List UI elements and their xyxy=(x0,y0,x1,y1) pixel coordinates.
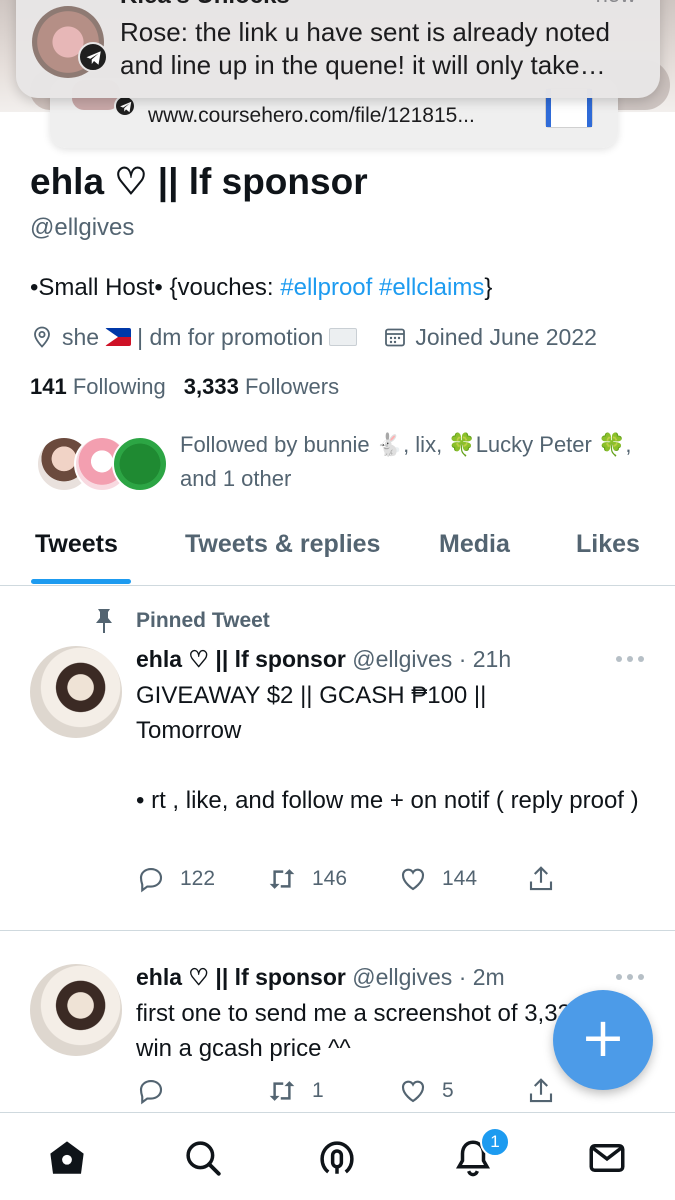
more-icon[interactable] xyxy=(616,974,644,982)
followers-you-know-avatars[interactable] xyxy=(36,436,168,494)
notification-link[interactable]: www.coursehero.com/file/121815... xyxy=(148,104,475,128)
tweet-author-name[interactable]: ehla ♡ || lf sponsor xyxy=(136,964,346,990)
share-button[interactable] xyxy=(526,1076,570,1106)
retweet-button[interactable]: 146 xyxy=(266,864,347,894)
tweet-header: ehla ♡ || lf sponsor @ellgives · 2m xyxy=(136,964,505,991)
followers-label: Followers xyxy=(244,374,340,399)
profile-handle: @ellgives xyxy=(30,214,135,241)
reply-button[interactable]: 122 xyxy=(136,864,215,894)
share-icon xyxy=(529,866,553,891)
nav-home[interactable] xyxy=(46,1137,88,1184)
calendar-icon xyxy=(385,328,406,347)
retweet-count: 146 xyxy=(312,867,348,890)
telegram-icon xyxy=(78,42,108,72)
bio-text: •Small Host• {vouches: xyxy=(30,274,281,301)
pinned-label: Pinned Tweet xyxy=(92,606,270,636)
profile-meta: she | dm for promotion Joined June 2022 xyxy=(30,322,597,352)
like-button[interactable]: 5 xyxy=(398,1076,454,1106)
messages-icon xyxy=(589,1144,625,1172)
followed-by-text[interactable]: Followed by bunnie 🐇, lix, 🍀Lucky Peter … xyxy=(180,428,650,496)
notification-message: Rose: the link u have sent is alreadу no… xyxy=(120,17,610,80)
nav-spaces[interactable] xyxy=(316,1137,358,1184)
notification-title: Klea's Unlocks xyxy=(120,0,290,10)
hashtag-link[interactable]: #ellclaims xyxy=(379,274,484,301)
envelope-icon xyxy=(329,328,358,346)
tweet-meta: @ellgives · 21h xyxy=(352,646,512,672)
reply-count: 122 xyxy=(180,867,216,890)
more-icon[interactable] xyxy=(616,656,644,664)
nav-search[interactable] xyxy=(182,1137,224,1184)
followers-count: 3,333 xyxy=(183,374,239,399)
tab-likes[interactable]: Likes xyxy=(576,530,640,559)
following-link[interactable]: 141 Following xyxy=(30,374,166,399)
avatar xyxy=(112,436,168,492)
tweet-divider xyxy=(0,930,675,931)
pronoun-text: she xyxy=(62,323,100,350)
tweet-text: GIVEAWAY $2 || GCASH ₱100 || Tomorrow • … xyxy=(136,682,639,814)
tab-tweets-replies[interactable]: Tweets & replies xyxy=(185,530,380,559)
follow-stats: 141 Following 3,333 Followers xyxy=(30,374,339,400)
following-count: 141 xyxy=(30,374,67,399)
like-count: 5 xyxy=(442,1079,454,1102)
compose-tweet-button[interactable]: + xyxy=(553,990,653,1090)
location-icon xyxy=(34,326,50,348)
like-button[interactable]: 144 xyxy=(398,864,477,894)
like-count: 144 xyxy=(442,867,478,890)
following-label: Following xyxy=(72,374,166,399)
active-tab-indicator xyxy=(31,579,131,584)
bio-text: } xyxy=(484,274,493,301)
home-icon xyxy=(50,1141,84,1174)
join-date: Joined June 2022 xyxy=(383,324,597,351)
search-icon xyxy=(186,1141,221,1176)
retweet-count: 1 xyxy=(312,1079,324,1102)
promo-text: | dm for promotion xyxy=(137,323,324,350)
spaces-icon xyxy=(320,1141,354,1174)
profile-bio: •Small Host• {vouches: #ellproof #ellcla… xyxy=(30,274,492,302)
bottom-navigation: 1 xyxy=(0,1112,675,1200)
tweet-author-name[interactable]: ehla ♡ || lf sponsor xyxy=(136,646,346,672)
reply-icon xyxy=(139,1079,163,1105)
tweet-header: ehla ♡ || lf sponsor @ellgives · 21h xyxy=(136,646,511,673)
followers-link[interactable]: 3,333 Followers xyxy=(184,374,339,399)
plus-icon: + xyxy=(580,1006,626,1069)
like-icon xyxy=(401,868,425,891)
pin-icon xyxy=(96,609,112,633)
avatar[interactable] xyxy=(30,964,122,1056)
notification-time: now xyxy=(596,0,636,8)
retweet-icon xyxy=(269,1081,295,1101)
notification-badge: 1 xyxy=(480,1127,510,1157)
philippines-flag-icon xyxy=(105,328,132,346)
tab-tweets[interactable]: Tweets xyxy=(35,530,118,559)
nav-messages[interactable] xyxy=(586,1137,628,1184)
notification-primary[interactable]: Klea's Unlocks now Rose: the link u have… xyxy=(16,0,660,98)
retweet-button[interactable]: 1 xyxy=(266,1076,324,1106)
share-icon xyxy=(529,1078,553,1103)
joined-text: Joined June 2022 xyxy=(415,323,597,350)
profile-tabs: Tweets Tweets & replies Media Likes xyxy=(0,524,675,586)
profile-name: ehla ♡ || lf sponsor xyxy=(30,161,368,202)
location: she | dm for promotion xyxy=(30,323,358,351)
pinned-text: Pinned Tweet xyxy=(136,609,270,632)
like-icon xyxy=(401,1080,425,1103)
retweet-icon xyxy=(269,869,295,889)
reply-icon xyxy=(139,867,163,893)
tweet-meta: @ellgives · 2m xyxy=(352,964,505,990)
telegram-icon xyxy=(114,95,136,117)
hashtag-link[interactable]: #ellproof xyxy=(280,274,372,301)
share-button[interactable] xyxy=(526,864,570,894)
reply-button[interactable] xyxy=(136,1076,180,1106)
avatar[interactable] xyxy=(30,646,122,738)
tab-media[interactable]: Media xyxy=(439,530,510,559)
